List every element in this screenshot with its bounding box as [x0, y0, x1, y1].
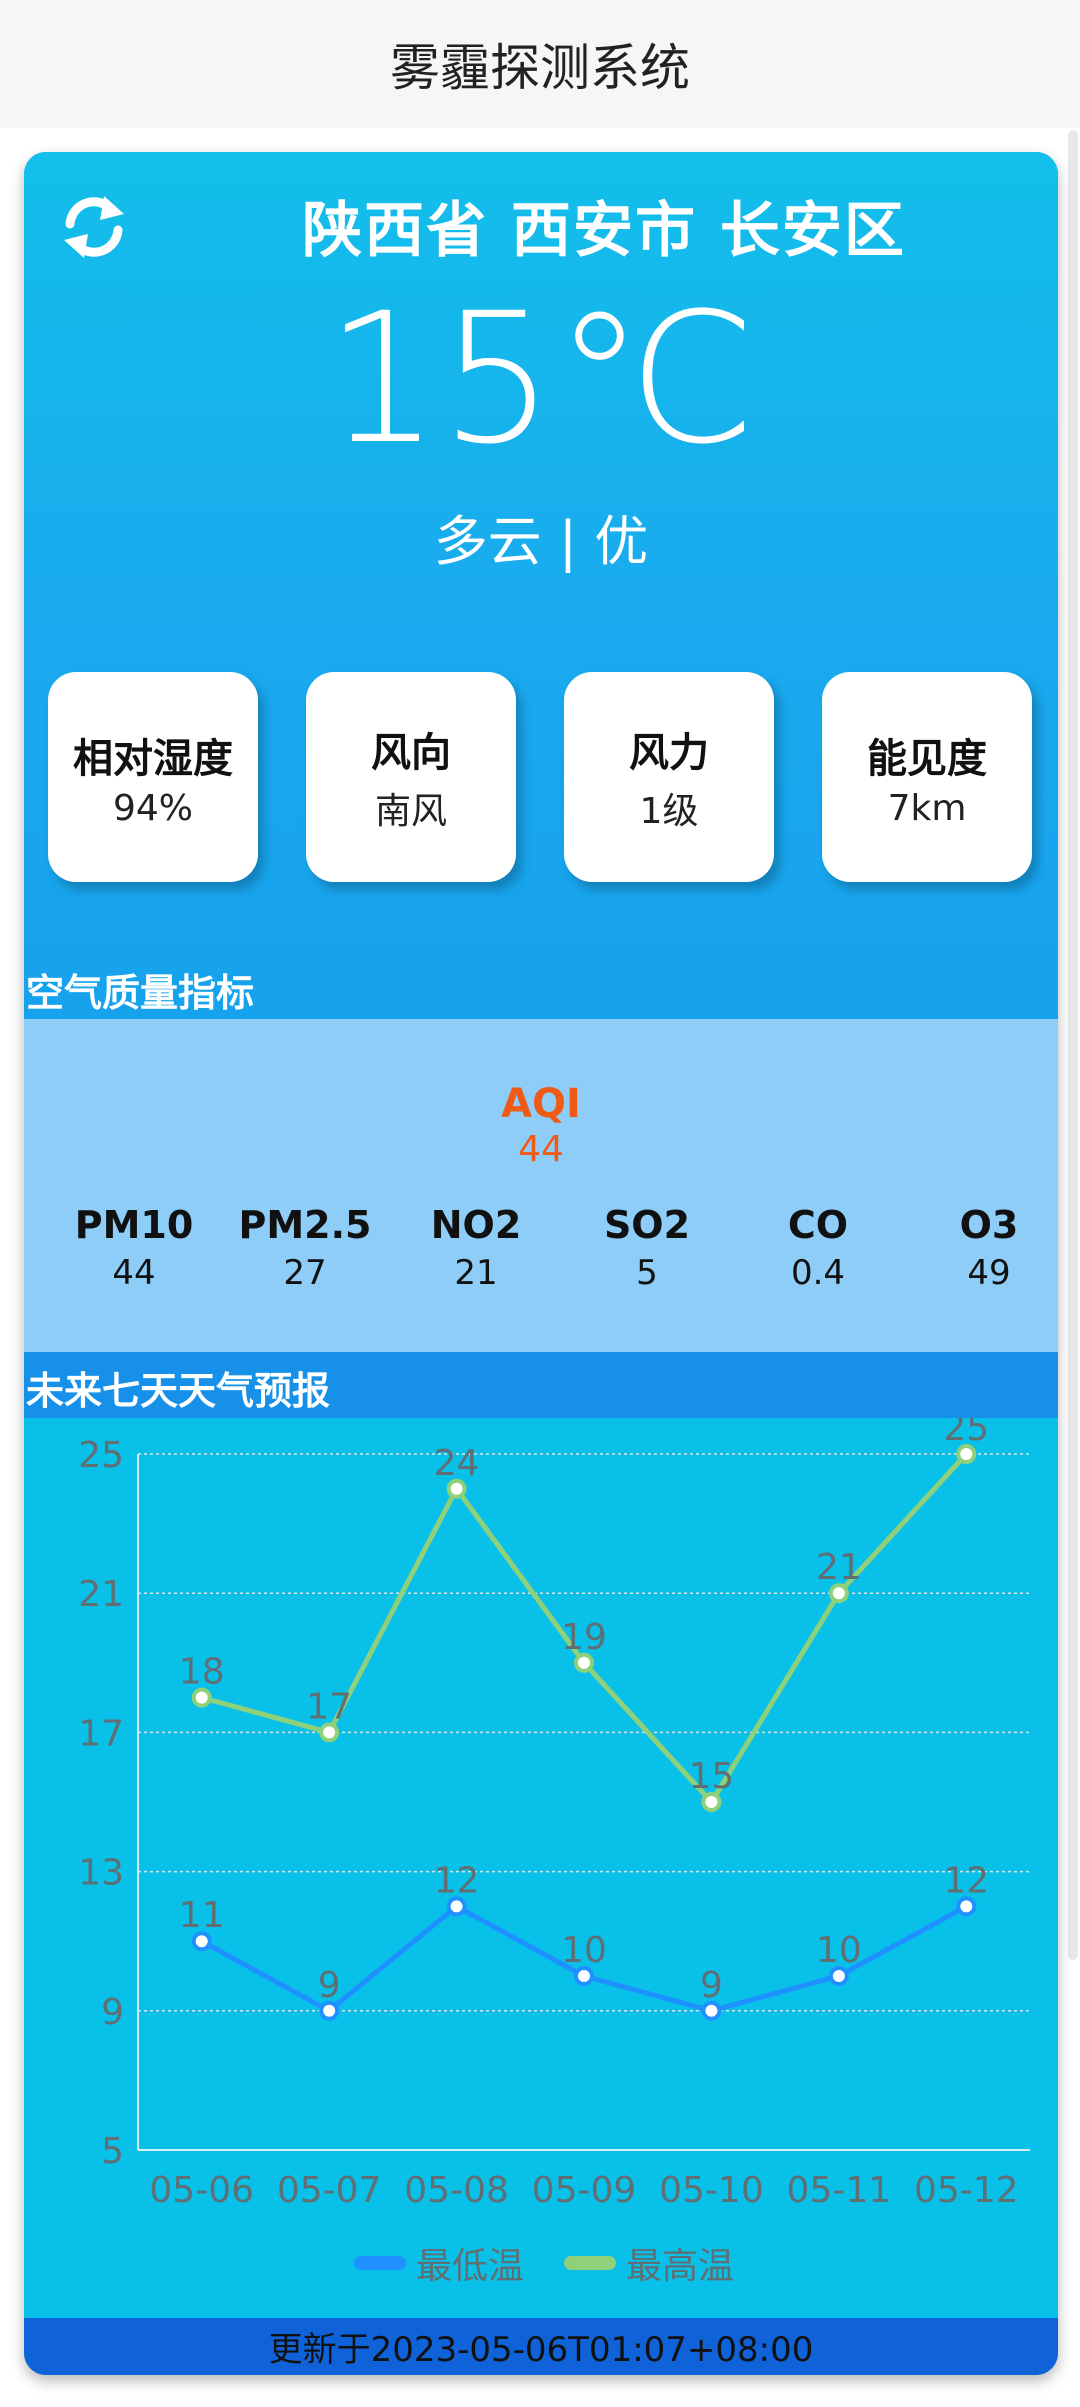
pollutant-value: 49	[967, 1253, 1011, 1293]
forecast-header: 未来七天天气预报	[24, 1352, 1058, 1418]
pollutant-name: NO2	[430, 1203, 522, 1247]
data-label: 18	[179, 1652, 225, 1693]
tile-value: 7km	[887, 787, 967, 829]
refresh-icon[interactable]	[60, 192, 128, 262]
pollutant-co: CO 0.4	[732, 1203, 904, 1293]
air-quality-panel: AQI 44 PM10 44 PM2.5 27 NO2 21 SO2 5 CO …	[24, 1019, 1058, 1352]
location-label: 陕西省 西安市 长安区	[302, 196, 906, 266]
x-tick-label: 05-09	[532, 2170, 637, 2211]
pollutant-o3: O3 49	[903, 1203, 1058, 1293]
pollutant-pm10: PM10 44	[48, 1203, 220, 1293]
y-tick-label: 13	[78, 1853, 124, 1894]
data-label: 10	[816, 1930, 862, 1971]
pollutant-pm25: PM2.5 27	[219, 1203, 391, 1293]
pollutant-value: 5	[636, 1253, 658, 1293]
footer-bar: 更新于2023-05-06T01:07+08:00	[24, 2318, 1058, 2375]
visibility-tile: 能见度 7km	[822, 672, 1032, 882]
legend-label: 最低温	[416, 2246, 524, 2287]
data-label: 17	[306, 1686, 352, 1727]
data-label: 11	[179, 1895, 225, 1936]
update-time: 更新于2023-05-06T01:07+08:00	[268, 2330, 814, 2370]
pollutant-value: 27	[283, 1253, 327, 1293]
aqi-value: 44	[518, 1129, 564, 1170]
tile-label: 能见度	[867, 735, 987, 782]
tile-value: 94%	[112, 787, 193, 829]
forecast-chart: 5 9 13 17 21 25 05-06 05-07 05-08 05-09 05-10 05-11…	[78, 1408, 1030, 2287]
scrollbar[interactable]	[1068, 130, 1078, 1960]
weather-card: 陕西省 西安市 长安区 15℃ 多云 | 优 相对湿度 94% 风向 南风 风力…	[24, 152, 1058, 2375]
aqi-label: AQI	[501, 1081, 581, 1127]
weather-condition: 多云 | 优	[433, 510, 649, 573]
pollutant-name: PM2.5	[238, 1203, 372, 1247]
pollutant-name: SO2	[603, 1203, 691, 1247]
tile-value: 南风	[374, 791, 447, 832]
data-label: 19	[561, 1617, 607, 1658]
data-label: 9	[318, 1965, 341, 2006]
y-tick-label: 9	[101, 1992, 124, 2033]
tile-label: 风力	[629, 730, 709, 776]
legend-swatch	[354, 2256, 406, 2270]
data-label: 25	[943, 1418, 989, 1449]
data-label: 15	[689, 1756, 735, 1797]
pollutant-value: 0.4	[790, 1253, 846, 1293]
data-label: 12	[943, 1860, 989, 1901]
legend-swatch	[564, 2256, 616, 2270]
app-title: 雾霾探测系统	[390, 39, 690, 97]
tile-value: 1级	[639, 791, 699, 832]
weather-hero: 陕西省 西安市 长安区 15℃ 多云 | 优 相对湿度 94% 风向 南风 风力…	[24, 152, 1058, 1019]
humidity-tile: 相对湿度 94%	[48, 672, 258, 882]
weather-tiles: 相对湿度 94% 风向 南风 风力 1级 能见度 7km	[48, 672, 1038, 882]
pollutant-name: CO	[787, 1203, 849, 1247]
wind-direction-tile: 风向 南风	[306, 672, 516, 882]
x-tick-label: 05-11	[787, 2170, 892, 2211]
pollutant-value: 21	[454, 1253, 498, 1293]
wind-force-tile: 风力 1级	[564, 672, 774, 882]
forecast-section-title: 未来七天天气预报	[26, 1369, 331, 1413]
forecast-chart-area: 5 9 13 17 21 25 05-06 05-07 05-08 05-09 05-10 05-11…	[24, 1408, 1058, 2318]
data-label: 10	[561, 1930, 607, 1971]
pollutant-so2: SO2 5	[561, 1203, 733, 1293]
air-quality-section-title: 空气质量指标	[26, 971, 255, 1015]
y-tick-label: 5	[101, 2131, 124, 2172]
pollutant-value: 44	[112, 1253, 156, 1293]
pollutant-no2: NO2 21	[390, 1203, 562, 1293]
pollutant-name: O3	[959, 1203, 1019, 1247]
data-label: 21	[816, 1547, 862, 1588]
tile-label: 风向	[371, 730, 451, 776]
pollutant-name: PM10	[74, 1203, 194, 1247]
data-label: 24	[434, 1443, 480, 1484]
x-tick-label: 05-07	[277, 2170, 382, 2211]
y-tick-label: 21	[78, 1574, 124, 1615]
app-bar: 雾霾探测系统	[0, 0, 1080, 128]
current-temperature: 15℃	[325, 275, 757, 484]
tile-label: 相对湿度	[73, 735, 233, 782]
x-tick-label: 05-08	[404, 2170, 509, 2211]
x-tick-label: 05-06	[149, 2170, 254, 2211]
legend-label: 最高温	[626, 2246, 734, 2287]
y-tick-label: 17	[78, 1713, 124, 1754]
data-label: 9	[700, 1965, 723, 2006]
x-tick-label: 05-12	[914, 2170, 1019, 2211]
x-tick-label: 05-10	[659, 2170, 764, 2211]
y-tick-label: 25	[78, 1435, 124, 1476]
data-label: 12	[434, 1860, 480, 1901]
